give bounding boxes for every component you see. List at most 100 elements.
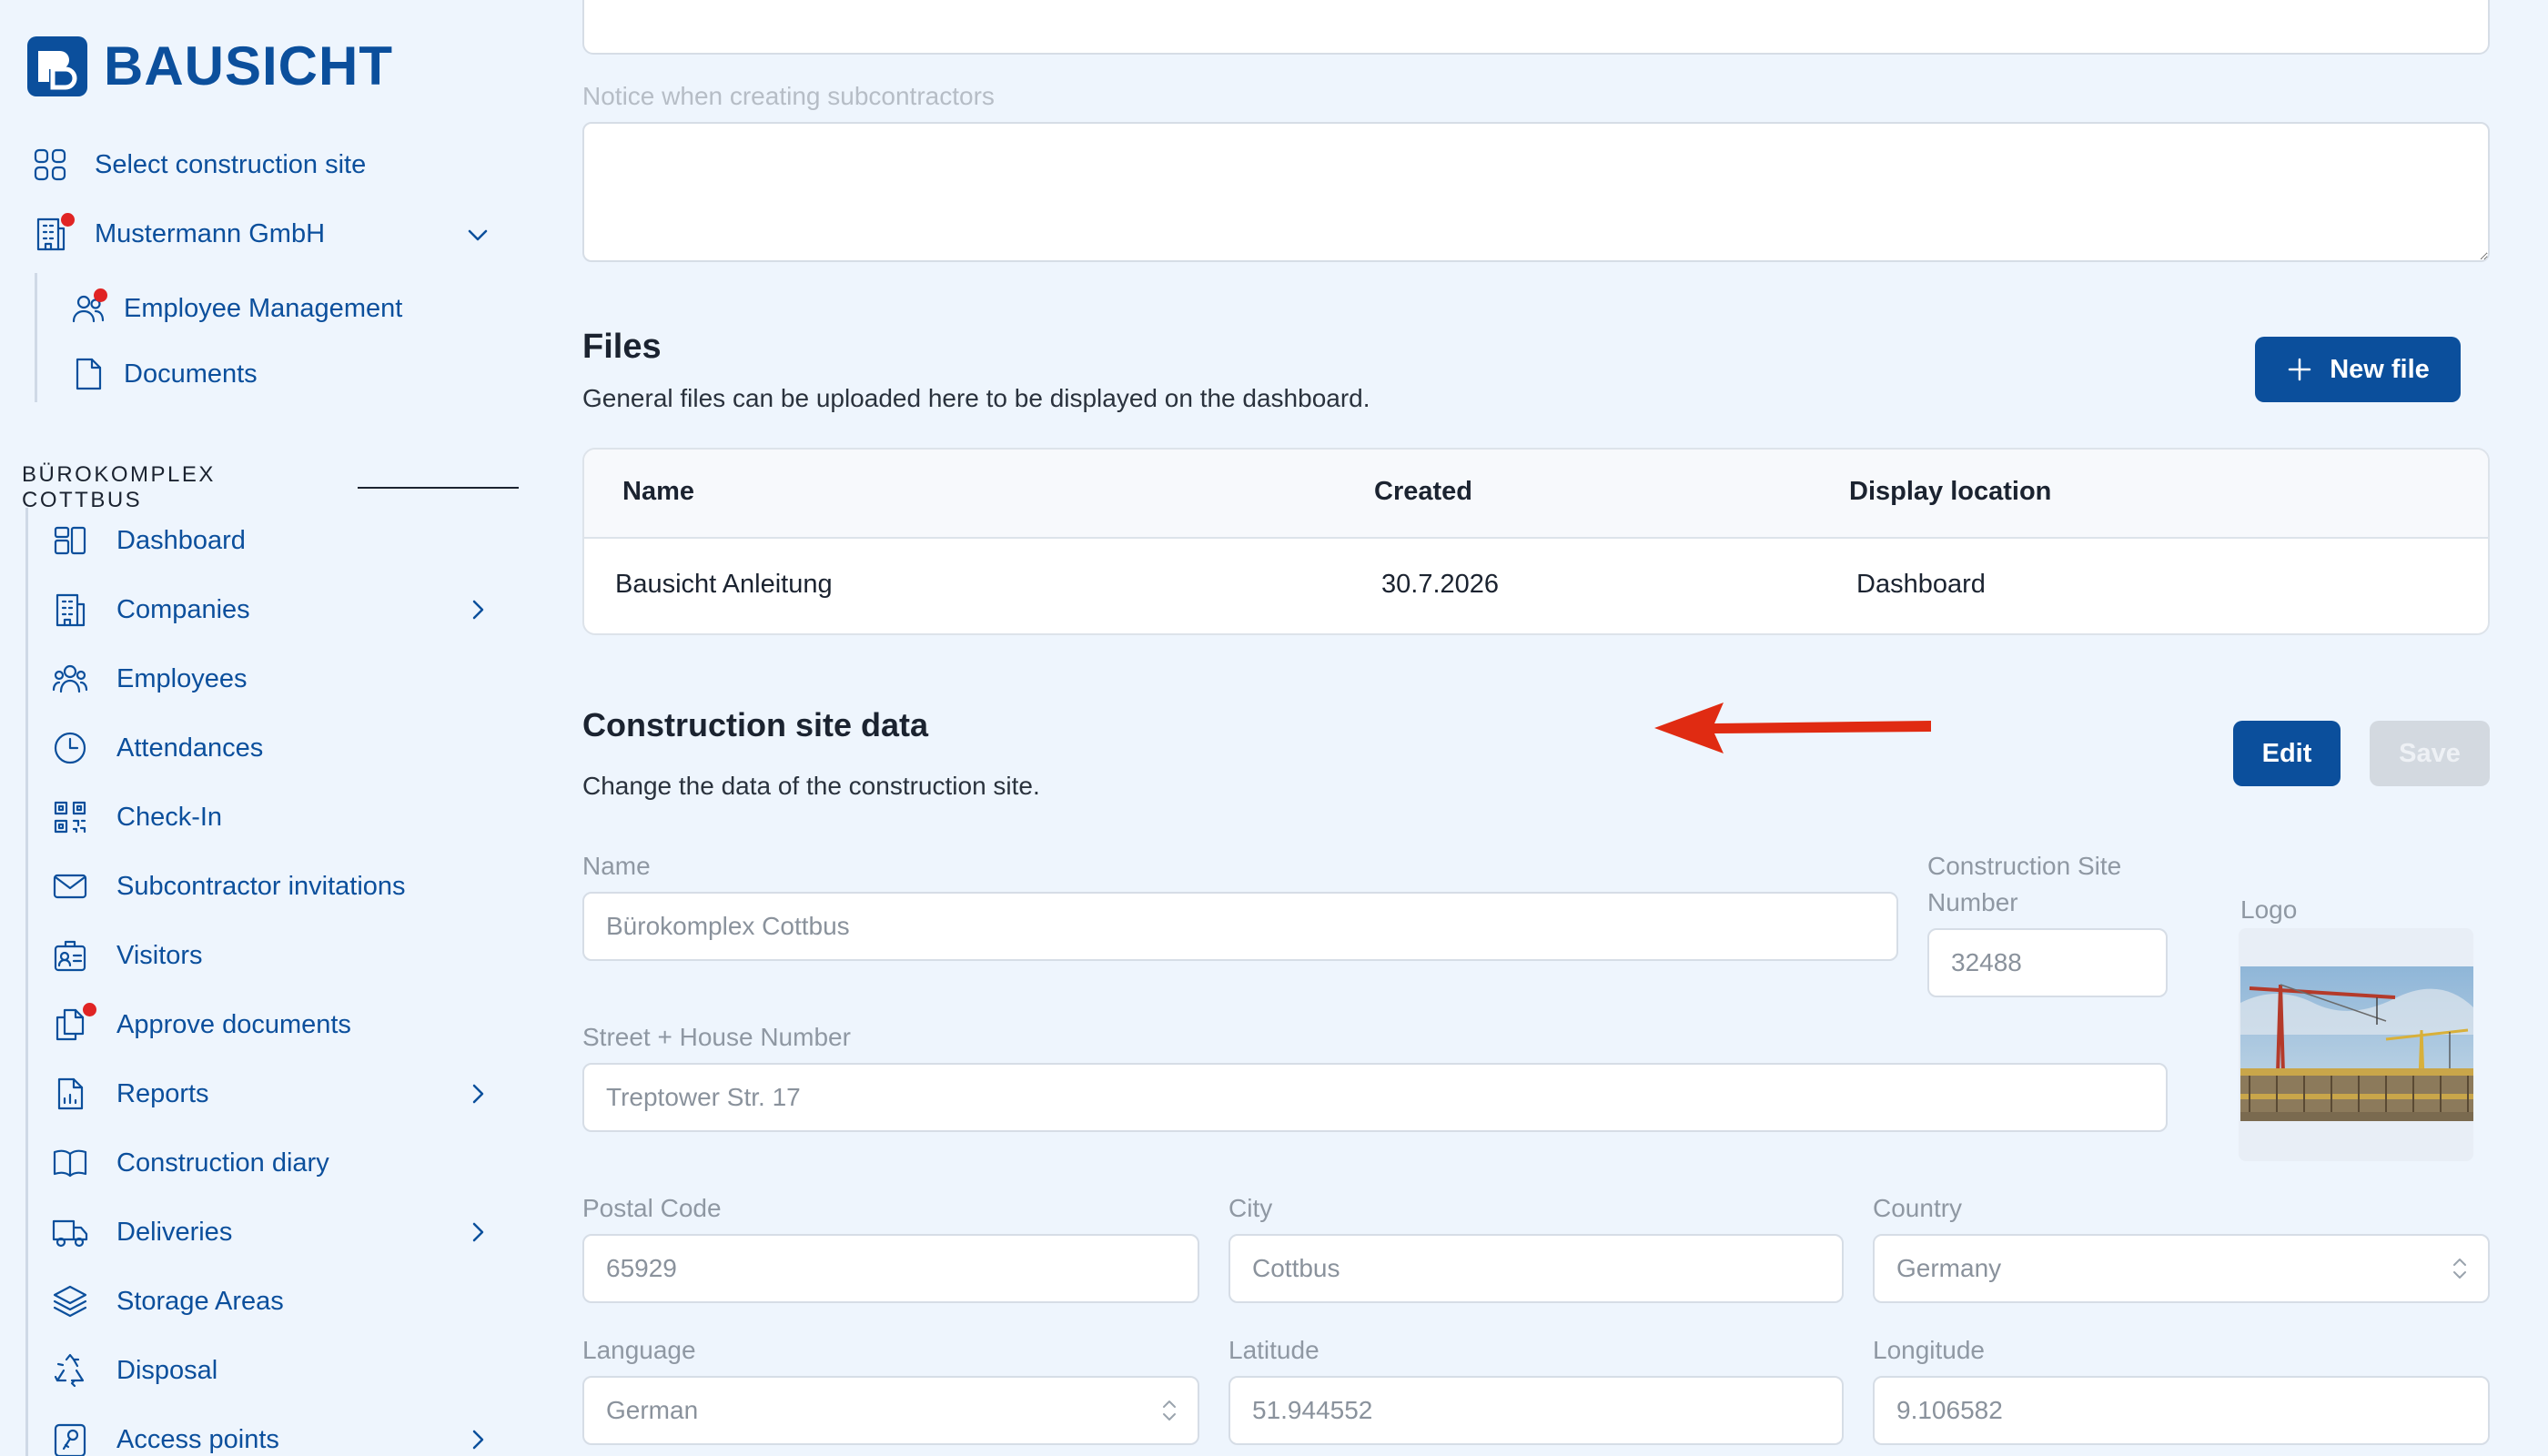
documents-icon	[51, 1003, 96, 1044]
select-construction-site[interactable]: Select construction site	[31, 146, 366, 184]
chevron-right-icon[interactable]	[464, 596, 491, 623]
site-data-subtitle: Change the data of the construction site…	[582, 772, 1040, 800]
files-subtitle: General files can be uploaded here to be…	[582, 384, 1370, 412]
annotation-arrow-icon	[1654, 703, 1931, 753]
sidebar-item-construction-diary[interactable]: Construction diary	[51, 1144, 329, 1182]
sidebar-item-deliveries[interactable]: Deliveries	[51, 1213, 232, 1251]
street-input[interactable]: Treptower Str. 17	[582, 1063, 2168, 1132]
section-title: BÜROKOMPLEX COTTBUS	[22, 462, 519, 513]
layers-icon	[51, 1282, 89, 1320]
access-point-icon	[51, 1421, 89, 1456]
sidebar-item-check-in[interactable]: Check-In	[51, 798, 222, 836]
visitor-badge-icon	[51, 936, 89, 975]
report-icon	[51, 1075, 89, 1113]
sidebar-item-disposal[interactable]: Disposal	[51, 1351, 217, 1390]
users-icon	[69, 288, 107, 328]
book-icon	[51, 1144, 89, 1182]
sidebar-item-label: Deliveries	[116, 1217, 233, 1247]
sidebar-item-label: Disposal	[116, 1355, 218, 1385]
sidebar-item-employee-management[interactable]: Employee Management	[69, 288, 403, 328]
clock-icon	[51, 729, 89, 767]
file-name[interactable]: Bausicht Anleitung	[615, 570, 833, 600]
language-label: Language	[582, 1336, 696, 1364]
brand-logo[interactable]: BAUSICHT	[27, 35, 393, 97]
column-header-display-location[interactable]: Display location	[1849, 477, 2051, 507]
edit-button[interactable]: Edit	[2233, 721, 2341, 786]
save-button[interactable]: Save	[2370, 721, 2490, 786]
brand-name: BAUSICHT	[104, 35, 393, 96]
name-input[interactable]: Bürokomplex Cottbus	[582, 892, 1898, 961]
sidebar-item-subcontractor-invitations[interactable]: Subcontractor invitations	[51, 867, 406, 905]
sidebar-item-label: Attendances	[116, 733, 264, 763]
chevron-right-icon[interactable]	[464, 1426, 491, 1453]
site-number-input[interactable]: 32488	[1927, 928, 2168, 997]
company-tree-line	[35, 273, 37, 402]
column-header-created[interactable]: Created	[1374, 477, 1472, 507]
file-location: Dashboard	[1856, 570, 1986, 599]
sidebar-item-reports[interactable]: Reports	[51, 1075, 209, 1113]
site-number-label: Construction Site Number	[1927, 852, 2122, 916]
bausicht-logo-icon	[27, 35, 87, 96]
sidebar-item-label: Visitors	[116, 940, 203, 970]
chevron-right-icon[interactable]	[464, 1080, 491, 1107]
logo-label: Logo	[2240, 895, 2298, 924]
sidebar-item-label: Check-In	[116, 802, 223, 832]
section-divider	[358, 487, 519, 489]
street-label: Street + House Number	[582, 1023, 851, 1051]
select-arrows-icon	[1161, 1397, 1178, 1424]
mail-icon	[51, 867, 89, 905]
select-construction-site-label: Select construction site	[95, 149, 367, 179]
building-icon	[31, 213, 75, 253]
section-tree-line	[25, 508, 28, 1456]
chevron-right-icon[interactable]	[464, 1218, 491, 1246]
chevron-down-icon[interactable]	[464, 221, 491, 248]
plus-icon	[2288, 358, 2311, 381]
column-header-name[interactable]: Name	[622, 477, 694, 507]
previous-textarea[interactable]	[582, 0, 2490, 55]
file-created: 30.7.2026	[1381, 570, 1500, 599]
latitude-input[interactable]: 51.944552	[1228, 1376, 1844, 1445]
sidebar-item-label: Storage Areas	[116, 1286, 284, 1316]
sidebar-item-access-points[interactable]: Access points	[51, 1421, 279, 1456]
longitude-input[interactable]: 9.106582	[1873, 1376, 2490, 1445]
sidebar-item-attendances[interactable]: Attendances	[51, 729, 263, 767]
building-icon	[51, 591, 89, 629]
company-name: Mustermann GmbH	[95, 218, 326, 248]
sidebar-item-dashboard[interactable]: Dashboard	[51, 521, 246, 560]
sidebar-item-label: Dashboard	[116, 525, 246, 555]
sidebar-item-storage-areas[interactable]: Storage Areas	[51, 1282, 284, 1320]
country-select[interactable]: Germany	[1873, 1234, 2490, 1303]
users-icon	[51, 660, 89, 698]
company-selector[interactable]: Mustermann GmbH	[31, 213, 326, 253]
sidebar-item-approve-documents[interactable]: Approve documents	[51, 1003, 351, 1044]
sidebar-item-label: Employee Management	[124, 293, 403, 323]
approve-documents-alert-dot	[83, 1003, 96, 1016]
sidebar-item-companies[interactable]: Companies	[51, 591, 250, 629]
language-select[interactable]: German	[582, 1376, 1199, 1445]
sidebar-item-label: Construction diary	[116, 1148, 329, 1178]
sidebar-item-documents[interactable]: Documents	[69, 355, 258, 393]
sidebar-item-employees[interactable]: Employees	[51, 660, 247, 698]
new-file-button[interactable]: New file	[2255, 337, 2461, 402]
files-table: Name Created Display location Bausicht A…	[582, 448, 2490, 635]
country-label: Country	[1873, 1194, 1963, 1222]
name-label: Name	[582, 852, 651, 880]
document-icon	[69, 355, 107, 393]
postal-code-input[interactable]: 65929	[582, 1234, 1199, 1303]
sidebar-item-visitors[interactable]: Visitors	[51, 936, 203, 975]
sidebar-item-label: Companies	[116, 594, 250, 624]
site-data-title: Construction site data	[582, 706, 929, 743]
new-file-label: New file	[2330, 354, 2430, 384]
table-header: Name Created Display location	[584, 450, 2488, 539]
city-label: City	[1228, 1194, 1273, 1222]
files-title: Files	[582, 328, 662, 366]
notice-textarea[interactable]	[582, 122, 2490, 262]
select-arrows-icon	[2452, 1255, 2468, 1282]
city-input[interactable]: Cottbus	[1228, 1234, 1844, 1303]
recycle-icon	[51, 1351, 89, 1390]
construction-site-logo-image[interactable]	[2240, 966, 2473, 1121]
truck-icon	[51, 1213, 89, 1251]
sidebar-item-label: Access points	[116, 1424, 279, 1454]
grid-icon	[31, 146, 69, 184]
table-row[interactable]: Bausicht Anleitung 30.7.2026 Dashboard	[584, 539, 2488, 633]
